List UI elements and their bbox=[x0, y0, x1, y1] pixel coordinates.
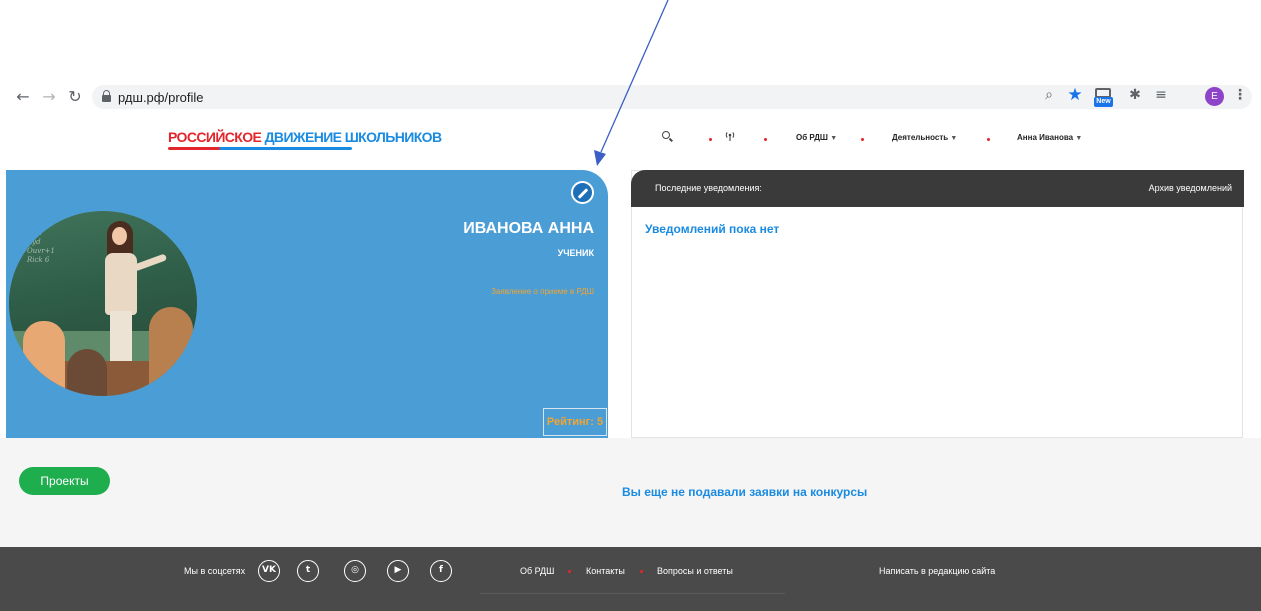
application-link[interactable]: Заявление о приеме в РДШ bbox=[491, 287, 594, 296]
rating-badge: Рейтинг: 5 bbox=[543, 408, 607, 436]
profile-name: ИВАНОВА АННА bbox=[463, 220, 594, 237]
projects-button[interactable]: Проекты bbox=[19, 467, 110, 495]
menu-separator-dot bbox=[861, 138, 864, 141]
footer-link-contacts[interactable]: Контакты bbox=[586, 566, 625, 576]
extensions-puzzle-icon[interactable]: ✱ bbox=[1126, 86, 1144, 104]
footer-link-about[interactable]: Об РДШ bbox=[520, 566, 554, 576]
site-footer: Мы в соцсетях VK t ◎ ▶ f Об РДШ Контакты… bbox=[0, 547, 1261, 611]
menu-item-activity-label: Деятельность bbox=[892, 133, 949, 142]
profile-photo: Gnu Ryd Ouvr+1 Rick 6 bbox=[9, 211, 197, 396]
footer-link-faq[interactable]: Вопросы и ответы bbox=[657, 566, 733, 576]
menu-separator-dot bbox=[709, 138, 712, 141]
edit-profile-button[interactable] bbox=[571, 181, 594, 204]
chevron-down-icon: ▼ bbox=[830, 135, 838, 142]
zoom-icon[interactable]: ⌕ bbox=[1040, 86, 1058, 104]
browser-toolbar: ← → ↻ рдш.рф/profile ⌕ ★ New ✱ ≡ E ⋮ bbox=[0, 82, 1261, 112]
bookmark-star-icon[interactable]: ★ bbox=[1066, 86, 1084, 104]
new-badge: New bbox=[1094, 97, 1113, 107]
social-label: Мы в соцсетях bbox=[184, 566, 246, 576]
menu-item-about[interactable]: Об РДШ ▼ bbox=[796, 133, 837, 142]
instagram-icon[interactable]: ◎ bbox=[344, 560, 366, 582]
youtube-icon[interactable]: ▶ bbox=[387, 560, 409, 582]
pencil-icon bbox=[577, 188, 589, 199]
browser-profile-avatar[interactable]: E bbox=[1205, 87, 1224, 106]
logo-underline bbox=[168, 147, 352, 150]
menu-item-activity[interactable]: Деятельность ▼ bbox=[892, 133, 957, 142]
menu-separator-dot bbox=[987, 138, 990, 141]
logo-text-part1: РОССИЙСКОЕ bbox=[168, 129, 265, 145]
notifications-title: Последние уведомления: bbox=[655, 183, 762, 193]
projects-section: Проекты Вы еще не подавали заявки на кон… bbox=[0, 438, 1261, 548]
site-logo[interactable]: РОССИЙСКОЕ ДВИЖЕНИЕ ШКОЛЬНИКОВ bbox=[168, 129, 443, 145]
no-applications-message: Вы еще не подавали заявки на конкурсы bbox=[622, 485, 868, 499]
new-extension-icon[interactable]: New bbox=[1094, 88, 1113, 107]
footer-separator-dot bbox=[568, 570, 571, 573]
notifications-empty-message: Уведомлений пока нет bbox=[645, 222, 780, 236]
vk-icon[interactable]: VK bbox=[258, 560, 280, 582]
footer-divider bbox=[480, 593, 785, 594]
search-icon[interactable] bbox=[662, 131, 673, 142]
reading-list-icon[interactable]: ≡ bbox=[1152, 86, 1170, 104]
broadcast-icon[interactable] bbox=[724, 130, 736, 142]
reload-icon[interactable]: ↻ bbox=[66, 88, 84, 106]
forward-arrow-icon[interactable]: → bbox=[40, 88, 58, 106]
url-text[interactable]: рдш.рф/profile bbox=[118, 90, 204, 105]
menu-separator-dot bbox=[764, 138, 767, 141]
chevron-down-icon: ▼ bbox=[950, 135, 958, 142]
notifications-header: Последние уведомления: Архив уведомлений bbox=[631, 170, 1244, 207]
notifications-archive-link[interactable]: Архив уведомлений bbox=[1149, 183, 1232, 193]
menu-item-about-label: Об РДШ bbox=[796, 133, 828, 142]
facebook-icon[interactable]: f bbox=[430, 560, 452, 582]
menu-item-user-label: Анна Иванова bbox=[1017, 133, 1074, 142]
browser-menu-icon[interactable]: ⋮ bbox=[1231, 86, 1249, 104]
notifications-panel: Последние уведомления: Архив уведомлений… bbox=[631, 170, 1244, 438]
site-header: РОССИЙСКОЕ ДВИЖЕНИЕ ШКОЛЬНИКОВ Об РДШ ▼ … bbox=[0, 112, 1261, 170]
chevron-down-icon: ▼ bbox=[1075, 135, 1083, 142]
lock-icon bbox=[102, 90, 111, 102]
footer-link-write-editor[interactable]: Написать в редакцию сайта bbox=[879, 566, 995, 576]
profile-role: УЧЕНИК bbox=[557, 248, 594, 258]
back-arrow-icon[interactable]: ← bbox=[14, 88, 32, 106]
profile-card: Gnu Ryd Ouvr+1 Rick 6 ИВАНОВА АННА УЧЕНИК З… bbox=[6, 170, 608, 438]
logo-text-part2: ДВИЖЕНИЕ ШКОЛЬНИКОВ bbox=[264, 129, 443, 145]
menu-item-user[interactable]: Анна Иванова ▼ bbox=[1017, 133, 1082, 142]
twitter-icon[interactable]: t bbox=[297, 560, 319, 582]
footer-separator-dot bbox=[640, 570, 643, 573]
